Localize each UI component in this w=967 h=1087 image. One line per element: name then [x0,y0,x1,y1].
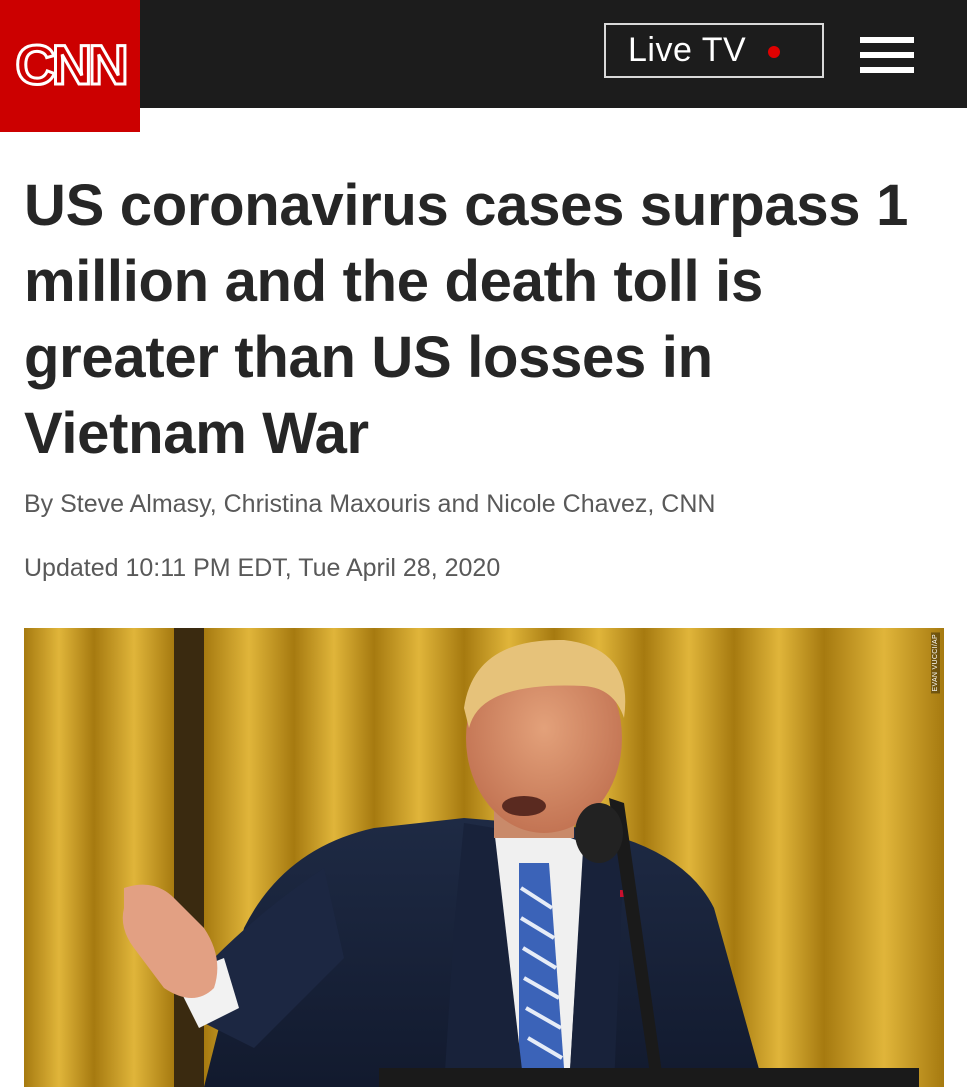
article-timestamp: Updated 10:11 PM EDT, Tue April 28, 2020 [24,554,501,582]
menu-line-top [860,37,914,43]
live-tv-button[interactable]: Live TV [604,23,824,78]
hero-photo-illustration [24,628,944,1087]
hamburger-menu-icon[interactable] [860,37,914,73]
article-byline: By Steve Almasy, Christina Maxouris and … [24,490,716,518]
article-headline: US coronavirus cases surpass 1 million a… [24,173,909,466]
live-tv-label: Live TV [628,31,747,69]
menu-line-middle [860,52,914,58]
photo-credit: EVAN VUCCI/AP [931,632,940,694]
live-indicator-icon [768,45,781,58]
cnn-logo[interactable]: CNN [0,0,140,132]
menu-line-bottom [860,67,914,73]
logo-text: CNN [14,31,130,97]
article-hero-image[interactable]: EVAN VUCCI/AP [24,628,944,1087]
article-page: CNN Live TV US coronavirus cases surpass… [0,0,967,1087]
